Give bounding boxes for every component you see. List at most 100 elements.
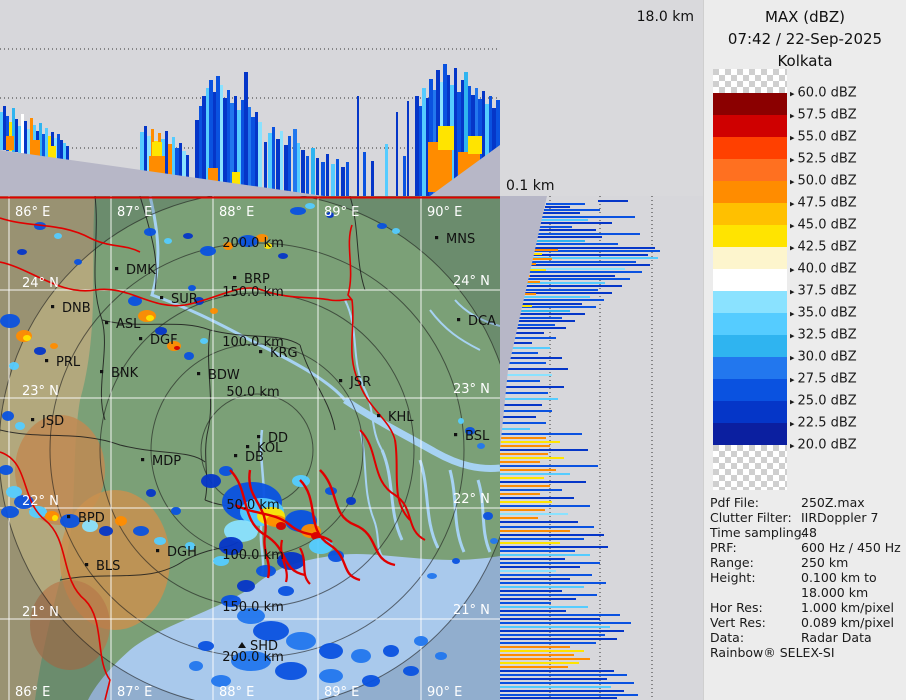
profile-bar [500, 650, 584, 652]
legend-tick-icon: ▸ [790, 134, 795, 144]
echo-blob [414, 636, 428, 646]
legend-tick-icon: ▸ [790, 90, 795, 100]
profile-bar [541, 219, 588, 221]
profile-bar [538, 229, 596, 231]
profile-bar [500, 469, 556, 471]
profile-bar [536, 236, 602, 238]
profile-bar [528, 264, 650, 266]
echo-blob [15, 422, 25, 430]
meta-row: Time sampling:48 [710, 525, 904, 540]
echo-blob [319, 669, 343, 683]
meta-label: Hor Res: [710, 600, 763, 615]
profile-bar [515, 310, 570, 312]
profile-bar [500, 477, 544, 479]
city-marker-dot [377, 414, 380, 417]
profile-bar [258, 122, 262, 196]
profile-bar [500, 493, 540, 495]
profile-bar [500, 526, 594, 528]
echo-blob [278, 586, 294, 596]
longitude-label: 90° E [427, 685, 462, 700]
profile-bar [500, 392, 548, 394]
legend-tick-icon: ▸ [790, 222, 795, 232]
echo-blob [54, 233, 62, 239]
profile-bar [546, 203, 585, 205]
profile-bar [500, 674, 627, 676]
echo-blob [50, 343, 58, 349]
echo-blob [171, 507, 181, 515]
latitude-label: 24° N [453, 274, 490, 289]
legend-entry: ▸50.0 dBZ [790, 174, 857, 189]
echo-blob [2, 411, 14, 421]
profile-bar [500, 670, 614, 672]
profile-bar [500, 433, 582, 435]
range-ring-label: 50.0 km [226, 498, 279, 513]
profile-bar [539, 226, 572, 228]
profile-bar [244, 72, 248, 196]
profile-bar [544, 209, 600, 211]
echo-blob [146, 489, 156, 497]
profile-bar [24, 121, 27, 154]
echo-blob [290, 207, 306, 215]
profile-bar [306, 156, 309, 196]
profile-bar [529, 261, 636, 263]
city-marker-dot [259, 350, 262, 353]
meta-label: Data: [710, 630, 744, 645]
city-marker-dot [31, 418, 34, 421]
legend-entry-label: 37.5 dBZ [798, 284, 857, 299]
profile-bar [500, 534, 604, 536]
latitude-label: 24° N [22, 276, 59, 291]
range-ring-label: 100.0 km [222, 548, 284, 563]
longitude-label: 87° E [117, 205, 152, 220]
profile-bar [500, 481, 586, 483]
meta-value: 48 [801, 525, 817, 540]
profile-bar [500, 422, 546, 424]
profile-bar [500, 437, 546, 439]
legend-color-band [713, 159, 787, 181]
longitude-label: 88° E [219, 205, 254, 220]
city-marker-dot [45, 359, 48, 362]
scan-datetime: 07:42 / 22-Sep-2025 [704, 28, 906, 50]
profile-bar [500, 566, 580, 568]
legend-entry: ▸27.5 dBZ [790, 372, 857, 387]
profile-bar [21, 114, 24, 153]
profile-bar [316, 158, 319, 196]
profile-bar [500, 582, 606, 584]
city-marker-dot [85, 563, 88, 566]
legend-tick-icon: ▸ [790, 200, 795, 210]
echo-blob [52, 515, 58, 521]
legend-entry: ▸52.5 dBZ [790, 152, 857, 167]
city-label: MNS [446, 232, 475, 247]
legend-entry-label: 57.5 dBZ [798, 108, 857, 123]
profile-bar [500, 538, 584, 540]
echo-blob [383, 645, 399, 657]
profile-bar [500, 485, 550, 487]
echo-blob [154, 537, 166, 545]
legend-entry: ▸60.0 dBZ [790, 86, 857, 101]
city-label: JSR [349, 375, 371, 390]
profile-bar [500, 638, 617, 640]
legend-entry: ▸20.0 dBZ [790, 438, 857, 453]
profile-bar [500, 517, 538, 519]
profile-bar [500, 598, 576, 600]
latitude-label: 23° N [22, 384, 59, 399]
profile-bar [500, 453, 548, 455]
software-brand: Rainbow® SELEX-SI [710, 645, 835, 660]
city-label: DCA [468, 314, 496, 329]
profile-bar [468, 136, 482, 154]
meta-row: 18.000 km [710, 585, 904, 600]
max-height-label: 18.0 km [637, 9, 694, 25]
legend-entry-label: 25.0 dBZ [798, 394, 857, 409]
latitude-label: 22° N [453, 492, 490, 507]
profile-bar [336, 159, 339, 196]
right-profile-panel [500, 196, 706, 700]
profile-bar [422, 88, 426, 196]
profile-bar [403, 156, 406, 196]
legend-color-band [713, 247, 787, 269]
profile-bar [500, 606, 588, 608]
profile-bar [500, 457, 564, 459]
city-marker-dot [454, 433, 457, 436]
range-ring-label: 150.0 km [222, 600, 284, 615]
profile-bar [346, 162, 349, 196]
echo-blob [253, 621, 289, 641]
echo-blob [200, 338, 208, 344]
